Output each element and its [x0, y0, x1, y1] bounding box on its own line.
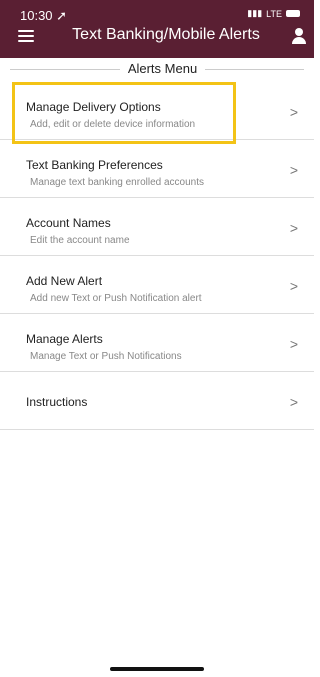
chevron-right-icon: >: [289, 394, 298, 410]
menu-item-title: Text Banking Preferences: [26, 158, 163, 172]
location-arrow-icon: ➚: [56, 8, 68, 23]
time-label: 10:30: [20, 8, 53, 23]
battery-icon: [286, 10, 300, 17]
menu-item-subtitle: Manage Text or Push Notifications: [30, 351, 182, 362]
menu-item-subtitle: Manage text banking enrolled accounts: [30, 177, 205, 188]
chevron-right-icon: >: [289, 104, 298, 120]
divider-right: [205, 69, 304, 70]
chevron-right-icon: >: [289, 220, 298, 236]
chevron-right-icon: >: [289, 336, 298, 352]
menu-item-subtitle: Add new Text or Push Notification alert: [30, 293, 202, 304]
menu-item-manage-alerts[interactable]: Manage Alerts Manage Text or Push Notifi…: [0, 314, 314, 372]
chevron-right-icon: >: [289, 278, 298, 294]
section-heading: Alerts Menu: [0, 58, 314, 80]
menu-item-text-banking-preferences[interactable]: Text Banking Preferences Manage text ban…: [0, 140, 314, 198]
section-title: Alerts Menu: [127, 61, 198, 76]
menu-item-title: Instructions: [26, 395, 88, 409]
divider-left: [10, 69, 120, 70]
menu-item-account-names[interactable]: Account Names Edit the account name >: [0, 198, 314, 256]
menu-item-instructions[interactable]: Instructions >: [0, 372, 314, 430]
user-profile-icon[interactable]: [292, 28, 306, 44]
menu-item-title: Manage Delivery Options: [26, 100, 161, 114]
status-time: 10:30 ➚: [20, 8, 67, 24]
status-indicators: ▮▮▮ LTE: [247, 8, 300, 19]
menu-item-subtitle: Edit the account name: [30, 235, 130, 246]
menu-item-title: Manage Alerts: [26, 332, 103, 346]
app-header: 10:30 ➚ ▮▮▮ LTE Text Banking/Mobile Aler…: [0, 0, 314, 58]
chevron-right-icon: >: [289, 162, 298, 178]
menu-item-manage-delivery-options[interactable]: Manage Delivery Options Add, edit or del…: [0, 82, 314, 140]
menu-item-title: Account Names: [26, 216, 111, 230]
signal-bars-icon: ▮▮▮: [247, 8, 263, 18]
page-title: Text Banking/Mobile Alerts: [72, 26, 260, 43]
home-indicator: [110, 667, 204, 671]
network-label: LTE: [266, 8, 282, 19]
menu-item-add-new-alert[interactable]: Add New Alert Add new Text or Push Notif…: [0, 256, 314, 314]
menu-item-subtitle: Add, edit or delete device information: [30, 119, 196, 130]
alerts-menu-list: Manage Delivery Options Add, edit or del…: [0, 82, 314, 430]
hamburger-menu-icon[interactable]: [18, 30, 34, 42]
menu-item-title: Add New Alert: [26, 274, 103, 288]
